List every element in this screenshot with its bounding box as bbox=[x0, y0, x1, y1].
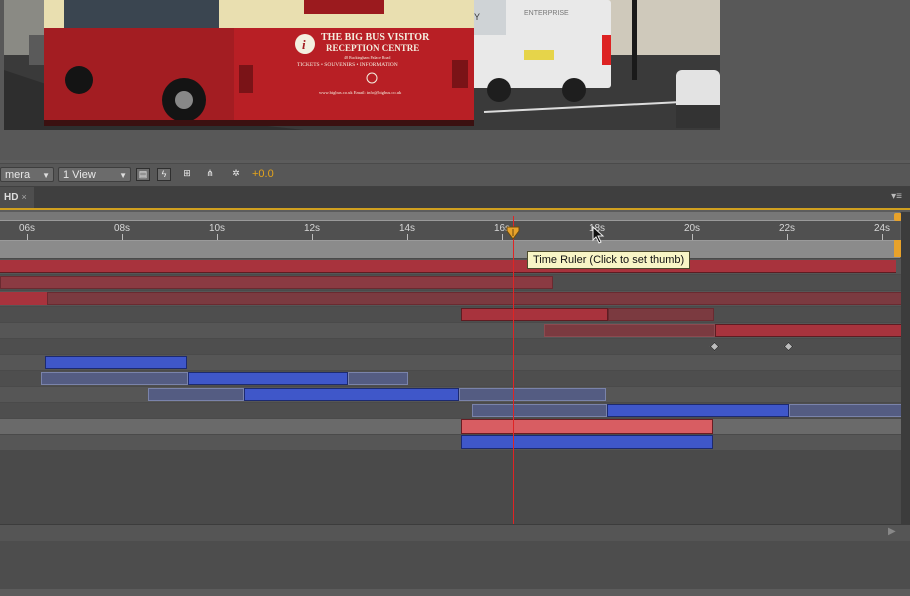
timeline-icon[interactable]: ⊞ bbox=[180, 168, 194, 181]
tick-label: 22s bbox=[778, 223, 796, 234]
layer-bar-dim[interactable] bbox=[608, 308, 714, 321]
video-frame: EY ENTERPRISE i THE BIG BUS VISITOR RECE… bbox=[4, 0, 720, 130]
composition-viewer[interactable]: EY ENTERPRISE i THE BIG BUS VISITOR RECE… bbox=[4, 0, 720, 130]
layer-bar-blue-dim[interactable] bbox=[459, 388, 606, 401]
layer-bar-blue-dim[interactable] bbox=[472, 404, 607, 417]
camera-dropdown[interactable]: mera ▼ bbox=[0, 167, 54, 182]
layer-bar-blue[interactable] bbox=[244, 388, 459, 401]
tick-label: 06s bbox=[18, 223, 36, 234]
bus-sign-line2: RECEPTION CENTRE bbox=[326, 43, 419, 53]
tick-label: 12s bbox=[303, 223, 321, 234]
bus-sign-items: TICKETS • SOUVENIRS • INFORMATION bbox=[297, 62, 398, 68]
info-icon: i bbox=[302, 37, 306, 52]
tab-label: HD bbox=[4, 192, 19, 203]
current-time-indicator-line[interactable] bbox=[513, 216, 514, 524]
layer-bar-dim[interactable] bbox=[47, 292, 902, 305]
layer-track-area bbox=[0, 258, 902, 524]
layer-bar[interactable] bbox=[0, 292, 47, 305]
layer-bar-selected[interactable] bbox=[461, 419, 713, 434]
view-layout-label: 1 View bbox=[63, 169, 96, 181]
layer-bar-blue[interactable] bbox=[45, 356, 187, 369]
layer-bar-blue-dim[interactable] bbox=[348, 372, 408, 385]
track-lane bbox=[0, 419, 902, 434]
mouse-cursor-icon bbox=[592, 226, 605, 244]
time-ruler[interactable]: 06s 08s 10s 12s 14s 16s 18s 20s 22s 24s bbox=[0, 221, 900, 240]
close-icon[interactable]: × bbox=[21, 192, 26, 202]
layer-bar[interactable] bbox=[0, 276, 553, 289]
exposure-value[interactable]: +0.0 bbox=[252, 167, 274, 182]
layer-bar-blue-dim[interactable] bbox=[41, 372, 188, 385]
tick-label: 24s bbox=[873, 223, 891, 234]
tab-composition[interactable]: HD × bbox=[0, 187, 34, 208]
layer-bar-blue-dim[interactable] bbox=[148, 388, 244, 401]
tick-label: 14s bbox=[398, 223, 416, 234]
timeline-panel-tabbar: HD × ▾≡ bbox=[0, 187, 910, 210]
flowchart-icon[interactable]: ⋔ bbox=[203, 168, 217, 181]
viewer-toolbar: mera ▼ 1 View ▼ ▤ ϟ ⊞ ⋔ ✲ +0.0 bbox=[0, 163, 910, 187]
tick-label: 20s bbox=[683, 223, 701, 234]
layer-bar-dim[interactable] bbox=[544, 324, 715, 337]
tick-label: 10s bbox=[208, 223, 226, 234]
layer-bar-selected[interactable] bbox=[461, 435, 713, 449]
tooltip: Time Ruler (Click to set thumb) bbox=[527, 251, 691, 269]
bus-sign-address: 48 Buckingham Palace Road bbox=[344, 55, 390, 60]
layer-bar-blue-dim[interactable] bbox=[789, 404, 902, 417]
layer-bar-blue[interactable] bbox=[607, 404, 789, 417]
layer-bar-blue[interactable] bbox=[188, 372, 348, 385]
current-time-indicator-icon[interactable] bbox=[506, 226, 520, 240]
layer-bar[interactable] bbox=[461, 308, 608, 321]
panel-menu-icon[interactable]: ▾≡ bbox=[891, 191, 902, 202]
exposure-icon[interactable]: ✲ bbox=[229, 168, 243, 181]
van-brand: ENTERPRISE bbox=[524, 10, 569, 17]
track-lane bbox=[0, 339, 902, 354]
vertical-scrollbar[interactable] bbox=[901, 212, 910, 524]
bus-sign-line1: THE BIG BUS VISITOR bbox=[321, 32, 430, 43]
video-preview-area: EY ENTERPRISE i THE BIG BUS VISITOR RECE… bbox=[0, 0, 910, 160]
time-navigator-bar[interactable] bbox=[0, 212, 900, 221]
bus-sign-web: www.bigbus.co.uk Email: info@bigbus.co.u… bbox=[319, 90, 402, 95]
tick-label: 08s bbox=[113, 223, 131, 234]
layer-bar[interactable] bbox=[715, 324, 902, 337]
view-layout-dropdown[interactable]: 1 View ▼ bbox=[58, 167, 131, 182]
track-lane bbox=[0, 307, 902, 322]
toggle-pixel-aspect-icon[interactable]: ▤ bbox=[136, 168, 150, 181]
lower-panel bbox=[0, 541, 910, 589]
chevron-down-icon: ▼ bbox=[42, 171, 50, 180]
fast-previews-icon[interactable]: ϟ bbox=[157, 168, 171, 181]
scroll-right-icon[interactable]: ▶ bbox=[888, 526, 896, 537]
track-lane bbox=[0, 435, 902, 450]
work-area-bar[interactable] bbox=[0, 240, 900, 258]
chevron-down-icon: ▼ bbox=[119, 171, 127, 180]
camera-dropdown-label: mera bbox=[5, 169, 31, 181]
layer-bar[interactable] bbox=[0, 260, 896, 273]
